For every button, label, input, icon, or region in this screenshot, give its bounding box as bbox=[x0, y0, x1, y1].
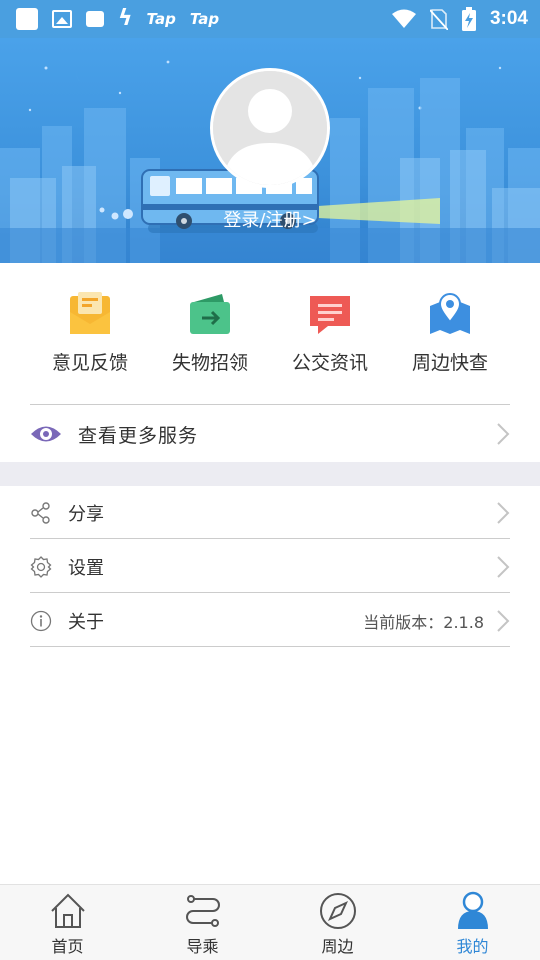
nav-home-label: 首页 bbox=[51, 937, 84, 956]
bus-news-button[interactable]: 公交资讯 bbox=[270, 290, 390, 380]
message-bubble-icon bbox=[310, 296, 350, 334]
login-register-link[interactable]: 登录/注册> bbox=[0, 206, 540, 232]
chevron-right-icon bbox=[497, 423, 510, 445]
divider bbox=[30, 404, 510, 405]
battery-charging-icon bbox=[461, 7, 476, 31]
divider bbox=[30, 646, 510, 647]
about-row[interactable]: 关于 当前版本：2.1.8 bbox=[30, 594, 510, 648]
chevron-right-icon bbox=[497, 502, 510, 524]
eye-icon bbox=[31, 426, 61, 442]
clock-time: 3:04 bbox=[489, 8, 528, 29]
image-icon bbox=[52, 10, 72, 28]
share-row[interactable]: 分享 bbox=[30, 486, 510, 540]
divider bbox=[30, 592, 510, 593]
taptap-icon: Tap bbox=[146, 10, 176, 28]
share-label: 分享 bbox=[68, 504, 104, 525]
lost-found-label: 失物招领 bbox=[171, 352, 248, 374]
quick-actions-grid: 意见反馈 失物招领 公交资讯 周边快查 bbox=[30, 290, 510, 380]
settings-label: 设置 bbox=[68, 558, 104, 579]
compass-icon bbox=[319, 893, 356, 929]
profile-header: 登录/注册> bbox=[0, 38, 540, 263]
section-gap bbox=[0, 462, 540, 486]
about-label: 关于 bbox=[68, 612, 104, 633]
notification-icon bbox=[86, 11, 104, 27]
bus-news-label: 公交资讯 bbox=[291, 352, 368, 374]
lost-found-button[interactable]: 失物招领 bbox=[150, 290, 270, 380]
more-services-row[interactable]: 查看更多服务 bbox=[30, 406, 510, 462]
no-sim-icon bbox=[429, 9, 448, 30]
map-pin-icon bbox=[430, 293, 470, 334]
divider bbox=[30, 538, 510, 539]
share-icon bbox=[31, 502, 50, 524]
default-avatar-icon bbox=[213, 71, 327, 185]
info-icon bbox=[30, 610, 52, 632]
avatar[interactable] bbox=[210, 68, 330, 188]
taptap-icon: Tap bbox=[189, 10, 220, 28]
bottom-navigation: 首页 导乘 周边 我的 bbox=[0, 884, 540, 960]
lightning-icon: ϟ bbox=[118, 6, 133, 31]
nearby-search-label: 周边快查 bbox=[411, 352, 488, 374]
chevron-right-icon bbox=[497, 556, 510, 578]
gear-icon bbox=[30, 556, 52, 578]
user-icon bbox=[457, 891, 488, 929]
chevron-right-icon bbox=[497, 610, 510, 632]
nav-nearby[interactable]: 周边 bbox=[270, 885, 405, 960]
feedback-label: 意见反馈 bbox=[51, 352, 128, 374]
nav-home[interactable]: 首页 bbox=[0, 885, 135, 960]
nearby-search-button[interactable]: 周边快查 bbox=[390, 290, 510, 380]
feedback-button[interactable]: 意见反馈 bbox=[30, 290, 150, 380]
feedback-envelope-icon bbox=[70, 292, 110, 334]
nav-route-label: 导乘 bbox=[186, 937, 219, 956]
settings-row[interactable]: 设置 bbox=[30, 540, 510, 594]
more-services-label: 查看更多服务 bbox=[78, 424, 199, 447]
nav-nearby-label: 周边 bbox=[321, 937, 354, 956]
home-icon bbox=[50, 893, 85, 928]
route-icon bbox=[185, 895, 220, 927]
wifi-icon bbox=[391, 9, 416, 28]
status-bar: ϟ Tap Tap 3:04 bbox=[0, 0, 540, 38]
nav-mine-label: 我的 bbox=[456, 937, 489, 956]
lost-found-wallet-icon bbox=[190, 294, 230, 334]
version-text: 当前版本：2.1.8 bbox=[363, 613, 484, 632]
nav-mine[interactable]: 我的 bbox=[405, 885, 540, 960]
app-square-icon bbox=[16, 8, 38, 30]
nav-route[interactable]: 导乘 bbox=[135, 885, 270, 960]
